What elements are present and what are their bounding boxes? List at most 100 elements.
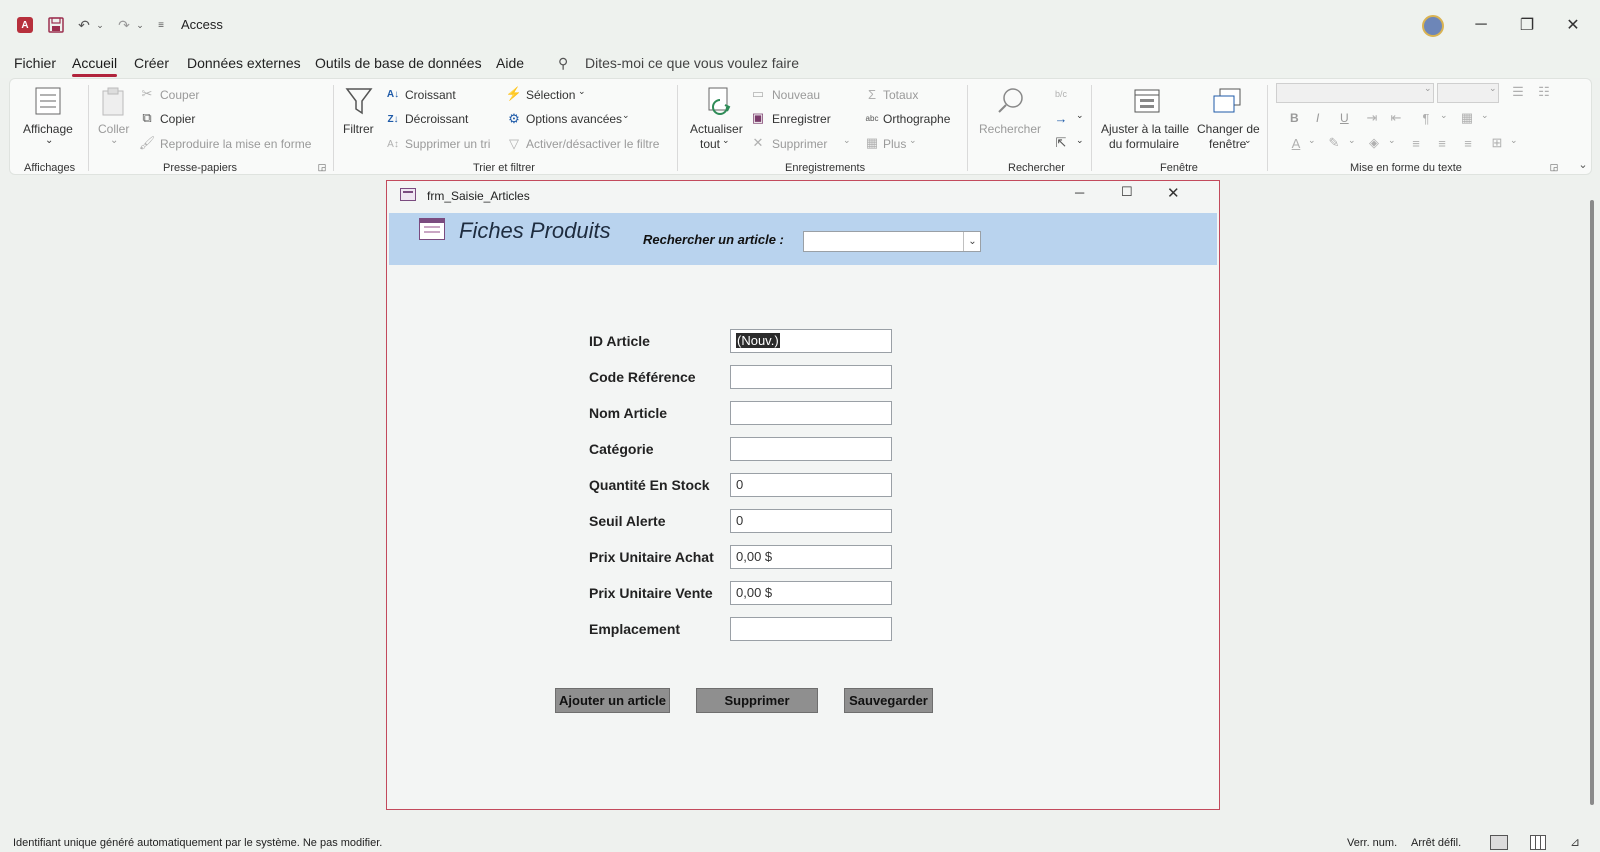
gridlines-dropdown-icon: ⌄ — [1481, 110, 1489, 120]
input-seuil-alerte[interactable]: 0 — [730, 509, 892, 533]
sort-ascending-button[interactable]: Croissant — [405, 88, 456, 102]
menu-outils-bdd[interactable]: Outils de base de données — [315, 55, 482, 71]
filter-icon[interactable] — [343, 85, 375, 117]
minimize-button[interactable]: ─ — [1458, 0, 1504, 50]
refresh-all-label-2[interactable]: tout — [700, 137, 720, 151]
cut-icon: ✂ — [141, 86, 153, 101]
vertical-scrollbar[interactable] — [1590, 200, 1594, 805]
copy-button[interactable]: Copier — [160, 112, 195, 126]
advanced-options-icon[interactable]: ⚙ — [505, 110, 523, 128]
save-icon[interactable] — [46, 15, 66, 35]
selection-dropdown-icon[interactable]: ⌄ — [578, 86, 586, 97]
redo-icon[interactable]: ↷ — [114, 15, 134, 35]
menu-donnees-externes[interactable]: Données externes — [187, 55, 301, 71]
label-prix-vente: Prix Unitaire Vente — [589, 585, 713, 601]
view-icon[interactable] — [32, 85, 64, 117]
form-close-button[interactable]: ✕ — [1167, 184, 1180, 202]
input-code-reference[interactable] — [730, 365, 892, 389]
menu-fichier[interactable]: Fichier — [14, 55, 56, 71]
form-view-icon[interactable] — [1490, 835, 1508, 850]
numbering-icon: ☷ — [1538, 84, 1550, 99]
copy-icon[interactable]: ⧉ — [140, 110, 154, 125]
fill-color-icon: ◈ — [1369, 135, 1379, 150]
delete-button[interactable]: Supprimer — [696, 688, 818, 713]
undo-dropdown-icon[interactable]: ⌄ — [94, 15, 106, 35]
view-dropdown-icon[interactable]: ⌄ — [45, 135, 53, 146]
close-button[interactable]: ✕ — [1550, 0, 1596, 50]
status-bar: Identifiant unique généré automatiquemen… — [0, 834, 1600, 852]
add-article-button[interactable]: Ajouter un article — [555, 688, 670, 713]
input-nom-article[interactable] — [730, 401, 892, 425]
spelling-icon[interactable]: abc — [864, 110, 880, 126]
refresh-all-icon[interactable] — [704, 85, 736, 117]
restore-button[interactable]: ❐ — [1504, 0, 1550, 50]
redo-dropdown-icon[interactable]: ⌄ — [134, 15, 146, 35]
new-record-icon: ▭ — [751, 86, 765, 101]
datasheet-view-icon[interactable] — [1530, 835, 1546, 850]
menu-creer[interactable]: Créer — [134, 55, 169, 71]
form-maximize-button[interactable]: ☐ — [1121, 184, 1133, 200]
italic-button: I — [1316, 111, 1320, 125]
group-affichages: Affichages — [24, 162, 76, 174]
input-categorie[interactable] — [730, 437, 892, 461]
goto-dropdown-icon[interactable]: ⌄ — [1076, 110, 1084, 121]
switch-window-dropdown-icon[interactable]: ⌄ — [1244, 135, 1252, 146]
input-emplacement[interactable] — [730, 617, 892, 641]
font-color-dropdown-icon: ⌄ — [1308, 135, 1316, 145]
save-button[interactable]: Sauvegarder — [844, 688, 933, 713]
select-dropdown-icon[interactable]: ⌄ — [1076, 135, 1084, 146]
collapse-ribbon-icon[interactable]: ⌄ — [1576, 157, 1590, 171]
sort-ascending-icon[interactable]: A↓ — [384, 85, 402, 103]
advanced-options-dropdown-icon[interactable]: ⌄ — [622, 110, 630, 121]
form-minimize-button[interactable]: ─ — [1075, 185, 1084, 200]
title-bar: A ↶ ⌄ ↷ ⌄ ≡ Access ─ ❐ ✕ — [0, 0, 1600, 50]
goto-icon[interactable]: → — [1053, 110, 1069, 126]
tell-me-input[interactable]: Dites-moi ce que vous voulez faire — [585, 55, 799, 71]
highlight-icon: ✎ — [1328, 135, 1340, 150]
design-view-icon[interactable]: ⊿ — [1570, 835, 1586, 850]
refresh-dropdown-icon[interactable]: ⌄ — [722, 135, 730, 146]
save-record-button[interactable]: Enregistrer — [772, 112, 831, 126]
paragraph-dropdown-icon: ⌄ — [1440, 110, 1448, 120]
input-prix-achat[interactable]: 0,00 $ — [730, 545, 892, 569]
sort-descending-icon[interactable]: Z↓ — [384, 110, 402, 128]
refresh-all-label[interactable]: Actualiser — [690, 122, 743, 136]
app-title: Access — [181, 17, 223, 32]
fit-to-form-label-2[interactable]: du formulaire — [1109, 137, 1179, 151]
menu-accueil[interactable]: Accueil — [72, 55, 118, 77]
label-nom-article: Nom Article — [589, 405, 668, 421]
spelling-button[interactable]: Orthographe — [883, 112, 950, 126]
ribbon: Affichage ⌄ Affichages Coller ⌄ ✂ Couper… — [9, 78, 1592, 175]
dialog-launcher-icon[interactable]: ◲ — [316, 161, 328, 173]
fit-to-form-icon[interactable] — [1131, 85, 1163, 117]
save-record-icon[interactable]: ▣ — [750, 110, 766, 126]
search-article-dropdown-icon[interactable]: ⌄ — [963, 232, 981, 251]
input-prix-vente[interactable]: 0,00 $ — [730, 581, 892, 605]
filter-button[interactable]: Filtrer — [343, 122, 374, 136]
access-logo-icon: A — [17, 17, 33, 33]
customize-toolbar-icon[interactable]: ≡ — [154, 15, 168, 35]
group-fenetre: Fenêtre — [1160, 162, 1198, 174]
selection-icon[interactable]: ⚡ — [505, 85, 523, 103]
form-window-title: frm_Saisie_Articles — [427, 189, 530, 203]
switch-window-button[interactable]: Changer de — [1197, 122, 1260, 136]
selection-button[interactable]: Sélection — [526, 88, 575, 102]
account-avatar[interactable] — [1422, 15, 1444, 37]
menu-aide[interactable]: Aide — [496, 55, 524, 71]
fit-to-form-button[interactable]: Ajuster à la taille — [1101, 122, 1189, 136]
dialog-launcher-text-icon[interactable]: ◲ — [1548, 161, 1560, 173]
input-quantite-stock[interactable]: 0 — [730, 473, 892, 497]
view-button[interactable]: Affichage — [23, 122, 73, 136]
switch-window-icon[interactable] — [1211, 85, 1243, 117]
select-icon[interactable]: ⇱ — [1053, 135, 1069, 151]
advanced-options-button[interactable]: Options avancées — [526, 112, 622, 126]
sort-descending-button[interactable]: Décroissant — [405, 112, 468, 126]
group-rechercher: Rechercher — [1008, 162, 1065, 174]
input-id-article[interactable]: (Nouv.) — [730, 329, 892, 353]
gridlines-icon: ▦ — [1460, 110, 1474, 125]
highlight-dropdown-icon: ⌄ — [1348, 135, 1356, 145]
undo-icon[interactable]: ↶ — [74, 15, 94, 35]
switch-window-label-2[interactable]: fenêtre — [1209, 137, 1246, 151]
search-article-combo[interactable] — [803, 231, 981, 252]
label-prix-achat: Prix Unitaire Achat — [589, 549, 714, 565]
